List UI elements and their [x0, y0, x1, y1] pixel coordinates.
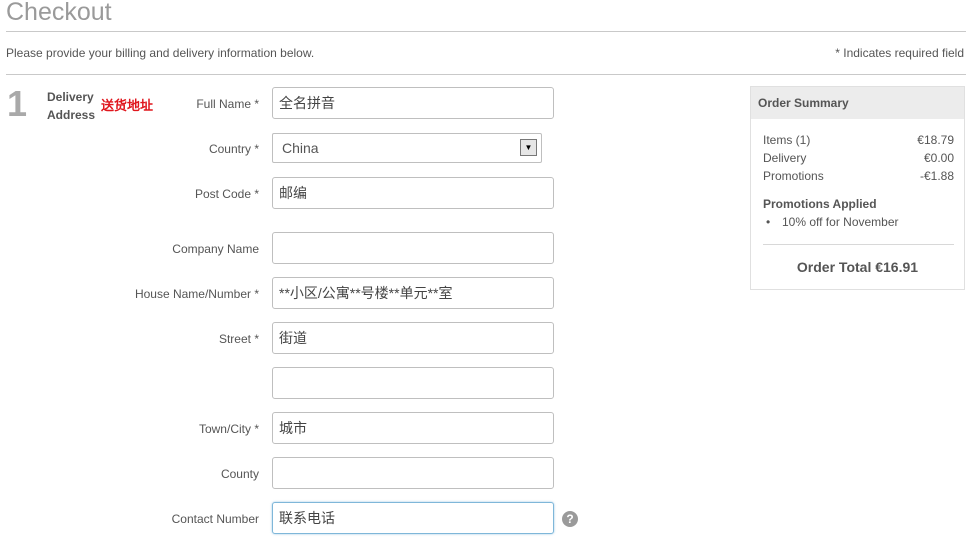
summary-row-label: Delivery — [763, 151, 807, 165]
chevron-down-icon[interactable]: ▼ — [520, 139, 537, 156]
summary-row-value: -€1.88 — [919, 169, 954, 183]
contact-number-label: Contact Number — [171, 512, 259, 526]
company-name-input[interactable] — [272, 232, 554, 264]
bullet-icon: • — [766, 215, 771, 229]
post-code-input[interactable]: 邮编 — [272, 177, 554, 209]
intro-text: Please provide your billing and delivery… — [6, 46, 315, 60]
country-select[interactable]: China ▼ — [272, 133, 542, 163]
summary-row-label: Items (1) — [763, 133, 811, 147]
promotions-applied-title: Promotions Applied — [763, 197, 877, 211]
order-total: Order Total €16.91 — [796, 259, 919, 275]
page-title: Checkout — [6, 0, 112, 26]
order-summary: Order Summary Items (1) €18.79 Delivery … — [750, 86, 965, 290]
contact-number-input[interactable]: 联系电话 — [272, 502, 554, 534]
county-input[interactable] — [272, 457, 554, 489]
country-select-value: China — [282, 140, 319, 156]
town-city-label: Town/City * — [198, 422, 259, 436]
summary-row-items: Items (1) €18.79 — [763, 133, 954, 147]
summary-row-value: €0.00 — [923, 151, 954, 165]
promotion-item: 10% off for November — [782, 215, 899, 229]
street-line2-input[interactable] — [272, 367, 554, 399]
company-name-label: Company Name — [172, 242, 259, 256]
town-city-input[interactable]: 城市 — [272, 412, 554, 444]
post-code-label: Post Code * — [194, 187, 259, 201]
summary-row-promotions: Promotions -€1.88 — [763, 169, 954, 183]
summary-row-delivery: Delivery €0.00 — [763, 151, 954, 165]
summary-divider — [763, 244, 954, 245]
street-input[interactable]: 街道 — [272, 322, 554, 354]
required-note: * Indicates required field — [835, 46, 964, 60]
country-label: Country * — [208, 142, 259, 156]
help-icon[interactable]: ? — [562, 511, 578, 527]
full-name-label: Full Name * — [196, 97, 259, 111]
house-name-input[interactable]: **小区/公寓**号楼**单元**室 — [272, 277, 554, 309]
intro-divider — [6, 74, 966, 75]
order-summary-title: Order Summary — [751, 87, 964, 119]
full-name-input[interactable]: 全名拼音 — [272, 87, 554, 119]
title-divider — [6, 31, 966, 32]
summary-row-label: Promotions — [763, 169, 824, 183]
street-label: Street * — [218, 332, 259, 346]
house-name-label: House Name/Number * — [134, 287, 259, 301]
summary-row-value: €18.79 — [917, 133, 954, 147]
county-label: County — [220, 467, 259, 481]
